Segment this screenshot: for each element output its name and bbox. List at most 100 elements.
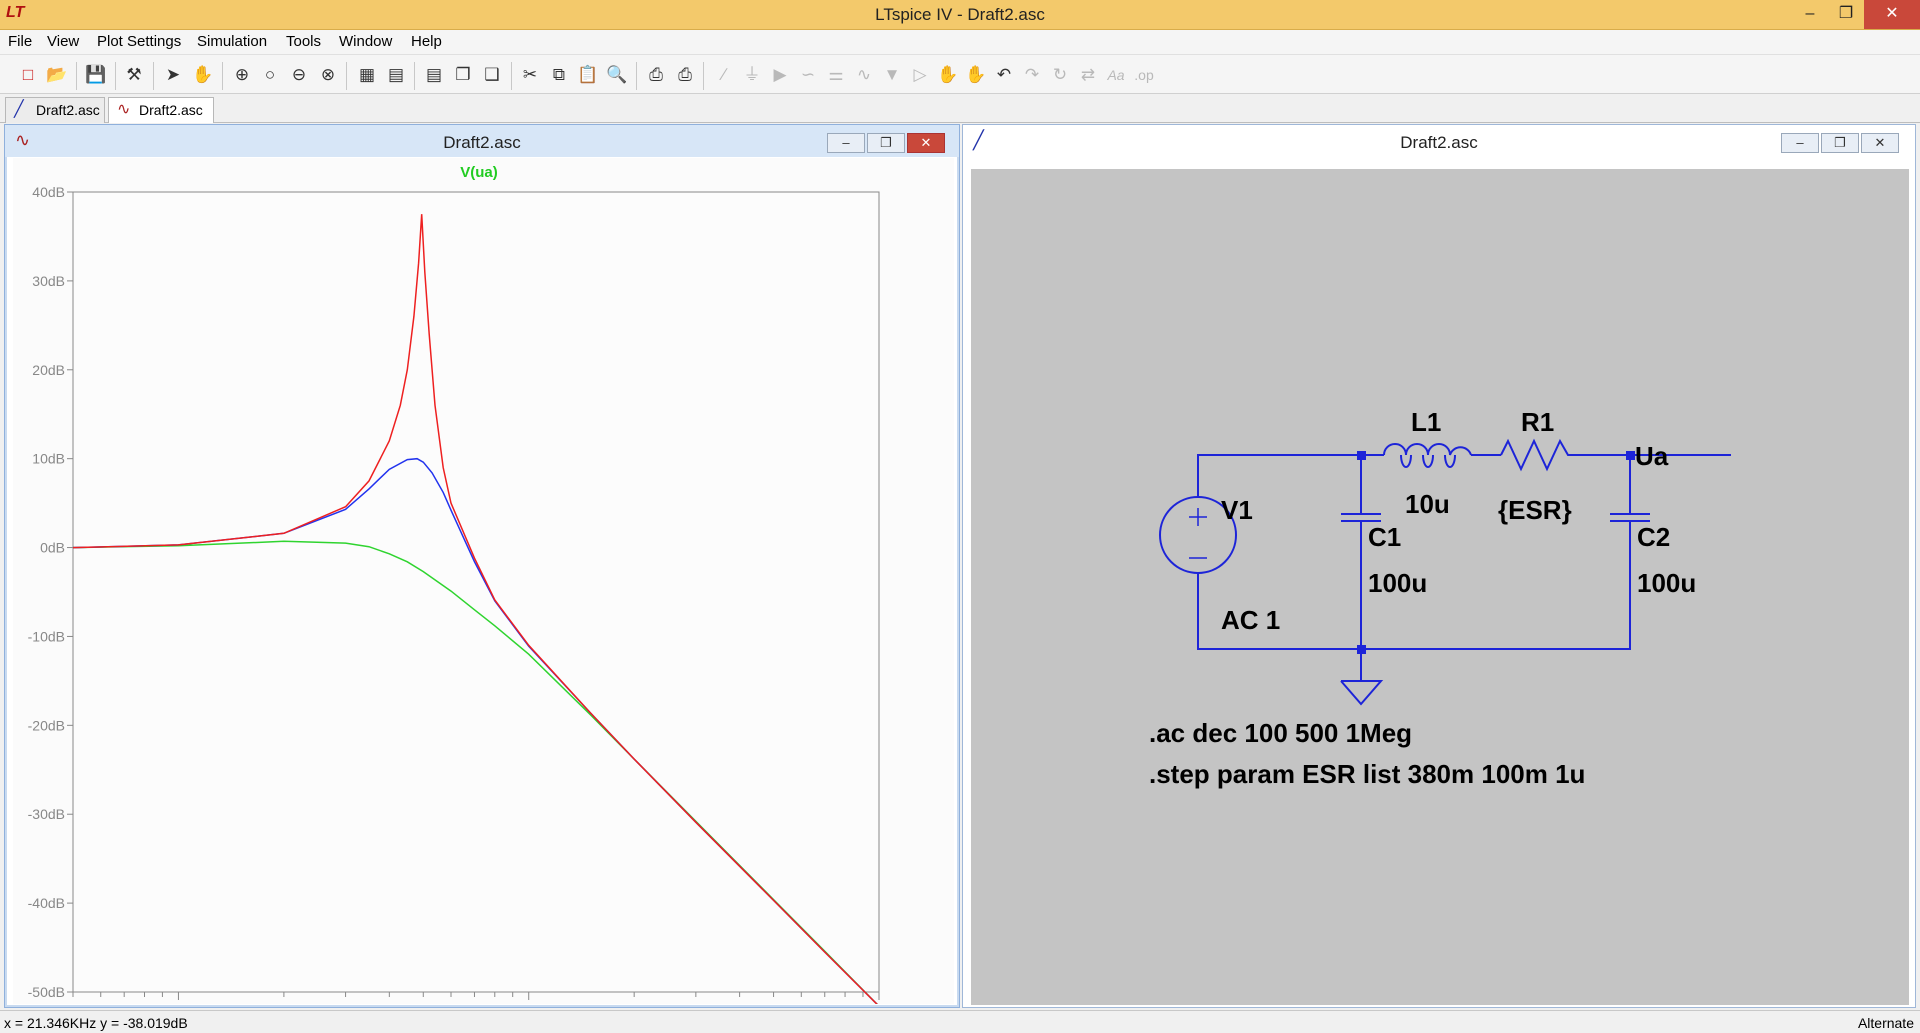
halt-icon[interactable]: ✋ [191, 64, 215, 88]
label-v1-value[interactable]: AC 1 [1221, 605, 1280, 635]
save-icon[interactable]: 💾 [84, 64, 108, 88]
waveform-window-title: Draft2.asc [443, 133, 521, 152]
grid-icon[interactable]: ▤ [384, 64, 408, 88]
net-label-ua[interactable]: Ua [1635, 441, 1669, 471]
rotate-icon[interactable]: ↻ [1048, 64, 1072, 88]
junction-dot [1357, 645, 1366, 654]
minimize-icon[interactable]: – [1792, 0, 1828, 29]
text-icon[interactable]: Aa [1104, 64, 1128, 88]
y-tick-label: 0dB [40, 540, 65, 556]
zoom-fit-icon[interactable]: ⊗ [316, 64, 340, 88]
schematic-window-caption: ╱ Draft2.asc – ❐ ✕ [963, 125, 1915, 157]
paste-icon[interactable]: 📋 [576, 64, 600, 88]
label-c1[interactable]: C1 [1368, 522, 1401, 552]
waveform-window-caption: ∿ Draft2.asc – ❐ ✕ [5, 125, 959, 157]
ground-icon[interactable]: ⏚ [740, 64, 764, 88]
y-tick-label: 20dB [32, 362, 65, 378]
ground-symbol[interactable] [1340, 680, 1384, 706]
close-icon[interactable]: ✕ [1864, 0, 1920, 29]
directive-ac[interactable]: .ac dec 100 500 1Meg [1149, 718, 1412, 748]
label-l1-value[interactable]: 10u [1405, 489, 1450, 519]
menu-view[interactable]: View [47, 33, 79, 50]
resistor-r1[interactable] [1500, 438, 1575, 472]
close-icon[interactable]: ✕ [1861, 133, 1899, 153]
tab-waveform[interactable]: ∿ Draft2.asc [108, 97, 214, 123]
schematic-window-title: Draft2.asc [1400, 133, 1478, 152]
restore-icon[interactable]: ❐ [1828, 0, 1864, 29]
inductor-icon[interactable]: ∿ [852, 64, 876, 88]
label-r1-value[interactable]: {ESR} [1498, 495, 1572, 525]
move-icon[interactable]: ✋ [936, 64, 960, 88]
y-tick-label: 10dB [32, 451, 65, 467]
cascade-icon[interactable]: ❐ [451, 64, 475, 88]
open-folder-icon[interactable]: 📂 [45, 64, 69, 88]
trace-label-v-ua[interactable]: V(ua) [460, 164, 498, 181]
minimize-icon[interactable]: – [1781, 133, 1819, 153]
print-icon[interactable]: ⎙ [673, 64, 697, 88]
pan-icon[interactable]: ○ [258, 64, 282, 88]
menu-window[interactable]: Window [339, 33, 392, 50]
autorange-icon[interactable]: ▦ [355, 64, 379, 88]
cursor-readout: x = 21.346KHz y = -38.019dB [4, 1015, 188, 1031]
copy-icon[interactable]: ⧉ [547, 64, 571, 88]
plot-area[interactable]: V(ua) 40dB 30dB 20dB 10dB 0dB -10dB -20dB -30dB… [13, 158, 954, 1020]
new-schematic-icon[interactable]: □ [16, 64, 40, 88]
schematic-window[interactable]: ╱ Draft2.asc – ❐ ✕ V1 AC 1 L1 10u R1 {ES… [962, 124, 1916, 1008]
component-icon[interactable]: ▷ [908, 64, 932, 88]
print-setup-icon[interactable]: ⎙ [644, 64, 668, 88]
junction-dot [1357, 451, 1366, 460]
label-l1[interactable]: L1 [1411, 407, 1441, 437]
plot-frame [72, 191, 880, 993]
mirror-icon[interactable]: ⇄ [1076, 64, 1100, 88]
diode-icon[interactable]: ▼ [880, 64, 904, 88]
capacitor-icon[interactable]: ⚌ [824, 64, 848, 88]
tile-horizontal-icon[interactable]: ▤ [422, 64, 446, 88]
restore-icon[interactable]: ❐ [867, 133, 905, 153]
y-tick-label: -50dB [28, 984, 65, 1000]
label-c2[interactable]: C2 [1637, 522, 1670, 552]
tile-vertical-icon[interactable]: ❑ [480, 64, 504, 88]
directive-step[interactable]: .step param ESR list 380m 100m 1u [1149, 759, 1585, 789]
menu-help[interactable]: Help [411, 33, 442, 50]
spice-directive-icon[interactable]: .op [1132, 64, 1156, 88]
zoom-out-icon[interactable]: ⊖ [287, 64, 311, 88]
wire[interactable] [1197, 454, 1361, 487]
y-tick-label: -40dB [28, 895, 65, 911]
menu-tools[interactable]: Tools [286, 33, 321, 50]
close-icon[interactable]: ✕ [907, 133, 945, 153]
label-c1-value[interactable]: 100u [1368, 568, 1427, 598]
menu-plot-settings[interactable]: Plot Settings [97, 33, 181, 50]
y-tick-label: -30dB [28, 806, 65, 822]
label-r1[interactable]: R1 [1521, 407, 1554, 437]
minimize-icon[interactable]: – [827, 133, 865, 153]
menu-file[interactable]: File [8, 33, 32, 50]
tab-label: Draft2.asc [139, 102, 203, 118]
restore-icon[interactable]: ❐ [1821, 133, 1859, 153]
drag-icon[interactable]: ✋ [964, 64, 988, 88]
undo-icon[interactable]: ↶ [992, 64, 1016, 88]
zoom-area-icon[interactable]: ⊕ [230, 64, 254, 88]
redo-icon[interactable]: ↷ [1020, 64, 1044, 88]
inductor-l1[interactable] [1383, 443, 1472, 456]
schematic-canvas[interactable]: V1 AC 1 L1 10u R1 {ESR} C1 100u C2 100u … [971, 169, 1909, 1005]
x-tick-label: 10KHz [506, 1003, 551, 1004]
cut-icon[interactable]: ✂ [518, 64, 542, 88]
y-tick-label: -10dB [28, 628, 65, 644]
run-icon[interactable]: ➤ [161, 64, 185, 88]
label-c2-value[interactable]: 100u [1637, 568, 1696, 598]
label-net-icon[interactable]: ▶ [768, 64, 792, 88]
control-panel-icon[interactable]: ⚒ [122, 64, 146, 88]
junction-dot [1626, 451, 1635, 460]
label-v1[interactable]: V1 [1221, 495, 1253, 525]
plot-canvas[interactable]: V(ua) 40dB 30dB 20dB 10dB 0dB -10dB -20dB -30dB… [13, 158, 954, 1020]
schematic-icon: ╱ [14, 101, 24, 118]
tab-schematic[interactable]: ╱ Draft2.asc [5, 97, 105, 123]
find-icon[interactable]: 🔍 [605, 64, 629, 88]
x-tick-label: 1KHz [160, 1003, 197, 1004]
resistor-icon[interactable]: ∽ [796, 64, 820, 88]
waveform-icon: ∿ [117, 101, 131, 118]
waveform-window[interactable]: ∿ Draft2.asc – ❐ ✕ V(ua) 40dB 30dB 20dB 10d… [4, 124, 960, 1020]
draw-wire-icon[interactable]: ∕ [712, 64, 736, 88]
tab-bar: ╱ Draft2.asc ∿ Draft2.asc [0, 95, 1920, 123]
menu-simulation[interactable]: Simulation [197, 33, 267, 50]
